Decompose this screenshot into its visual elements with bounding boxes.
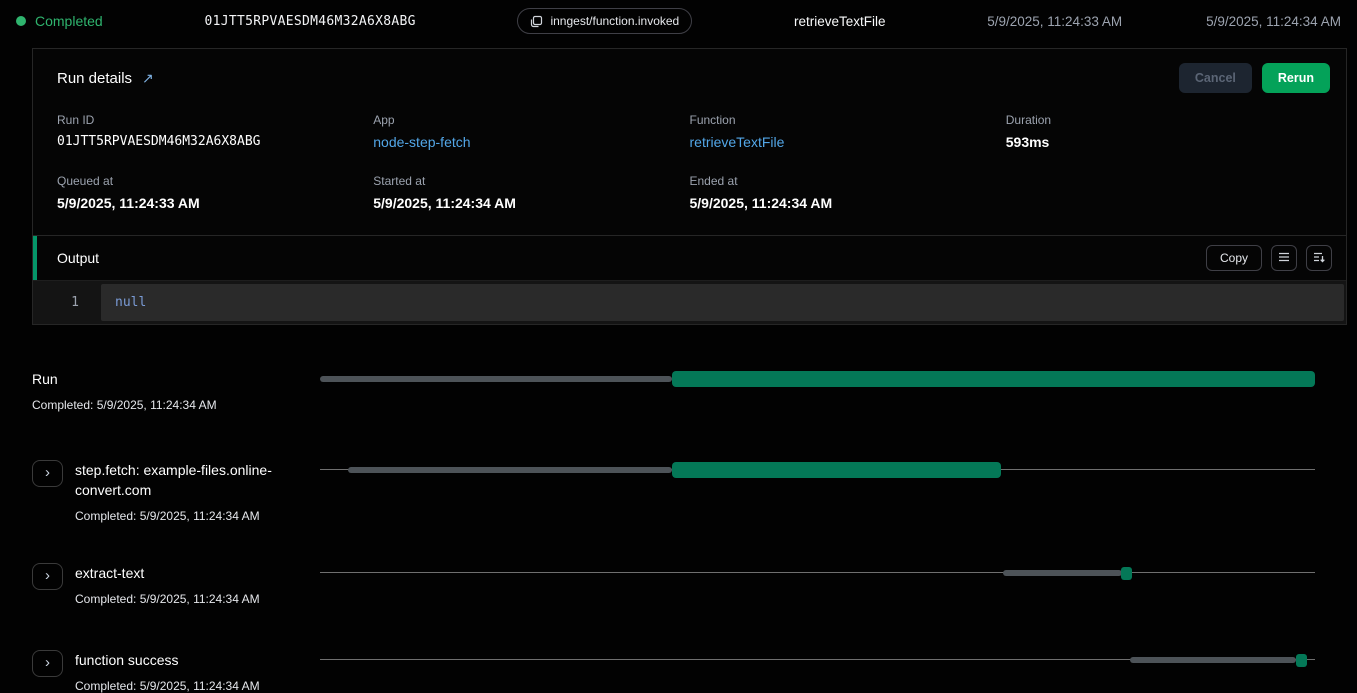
field-label: Function bbox=[690, 113, 1006, 127]
timeline-row-run: Run Completed: 5/9/2025, 11:24:34 AM bbox=[32, 369, 1315, 412]
run-top-bar: Completed 01JTT5RPVAESDM46M32A6X8ABG inn… bbox=[0, 0, 1357, 42]
step-completed-at: Completed: 5/9/2025, 11:24:34 AM bbox=[75, 592, 260, 606]
step-delay-bar bbox=[348, 467, 672, 473]
panel-title: Run details bbox=[57, 70, 132, 87]
field-label: Ended at bbox=[690, 174, 1006, 188]
field-started-at: Started at 5/9/2025, 11:24:34 AM bbox=[373, 174, 689, 211]
step-completed-at: Completed: 5/9/2025, 11:24:34 AM bbox=[75, 679, 260, 693]
field-duration: Duration 593ms bbox=[1006, 113, 1322, 150]
step-name: function success bbox=[75, 650, 260, 670]
timeline-row-extract-text: › extract-text Completed: 5/9/2025, 11:2… bbox=[32, 563, 1315, 606]
run-duration-bar[interactable] bbox=[672, 371, 1315, 387]
chevron-right-icon: › bbox=[45, 655, 50, 670]
timeline-run-name: Run bbox=[32, 369, 262, 389]
field-run-id: Run ID 01JTT5RPVAESDM46M32A6X8ABG bbox=[57, 113, 373, 150]
event-icon bbox=[530, 15, 543, 28]
run-details-panel: Run details ↗ Cancel Rerun Run ID 01JTT5… bbox=[32, 48, 1347, 325]
timeline-track bbox=[320, 371, 1315, 387]
step-name: step.fetch: example-files.online-convert… bbox=[75, 460, 300, 500]
field-label: Run ID bbox=[57, 113, 373, 127]
step-duration-marker[interactable] bbox=[1296, 654, 1307, 667]
field-label: Queued at bbox=[57, 174, 373, 188]
field-value: 593ms bbox=[1006, 134, 1322, 150]
step-completed-at: Completed: 5/9/2025, 11:24:34 AM bbox=[75, 509, 300, 523]
expand-step-button[interactable]: › bbox=[32, 563, 63, 590]
timeline-row-function-success: › function success Completed: 5/9/2025, … bbox=[32, 650, 1315, 693]
panel-header: Run details ↗ Cancel Rerun bbox=[33, 49, 1346, 103]
align-justify-button[interactable] bbox=[1271, 245, 1297, 271]
chevron-right-icon: › bbox=[45, 568, 50, 583]
step-duration-bar[interactable] bbox=[672, 462, 1000, 478]
copy-button[interactable]: Copy bbox=[1206, 245, 1262, 271]
run-metadata-grid: Run ID 01JTT5RPVAESDM46M32A6X8ABG App no… bbox=[33, 103, 1346, 235]
step-name: extract-text bbox=[75, 563, 260, 583]
timeline-track bbox=[320, 565, 1315, 581]
field-queued-at: Queued at 5/9/2025, 11:24:33 AM bbox=[57, 174, 373, 211]
output-accent-bar bbox=[33, 236, 37, 280]
app-link[interactable]: node-step-fetch bbox=[373, 134, 689, 150]
step-duration-marker[interactable] bbox=[1121, 567, 1132, 580]
function-name-text: retrieveTextFile bbox=[794, 14, 886, 29]
status-dot-icon bbox=[16, 16, 26, 26]
field-label: App bbox=[373, 113, 689, 127]
function-link[interactable]: retrieveTextFile bbox=[690, 134, 1006, 150]
run-status-badge: Completed bbox=[16, 13, 103, 29]
started-timestamp: 5/9/2025, 11:24:34 AM bbox=[1206, 14, 1341, 29]
external-link-icon[interactable]: ↗ bbox=[142, 71, 154, 85]
cancel-button[interactable]: Cancel bbox=[1179, 63, 1252, 93]
timeline-run-completed: Completed: 5/9/2025, 11:24:34 AM bbox=[32, 398, 300, 412]
field-label: Started at bbox=[373, 174, 689, 188]
field-label: Duration bbox=[1006, 113, 1322, 127]
expand-step-button[interactable]: › bbox=[32, 460, 63, 487]
run-id-text: 01JTT5RPVAESDM46M32A6X8ABG bbox=[204, 14, 415, 29]
step-delay-bar bbox=[1003, 570, 1122, 576]
field-value: 5/9/2025, 11:24:34 AM bbox=[690, 195, 1006, 211]
trigger-event-badge[interactable]: inngest/function.invoked bbox=[517, 8, 692, 34]
field-value: 5/9/2025, 11:24:34 AM bbox=[373, 195, 689, 211]
field-app: App node-step-fetch bbox=[373, 113, 689, 150]
line-number: 1 bbox=[33, 281, 99, 324]
sort-descending-icon bbox=[1312, 250, 1326, 267]
run-timeline: Run Completed: 5/9/2025, 11:24:34 AM › s… bbox=[0, 369, 1357, 693]
field-value: 5/9/2025, 11:24:33 AM bbox=[57, 195, 373, 211]
field-ended-at: Ended at 5/9/2025, 11:24:34 AM bbox=[690, 174, 1006, 211]
chevron-right-icon: › bbox=[45, 465, 50, 480]
queued-timestamp: 5/9/2025, 11:24:33 AM bbox=[987, 14, 1122, 29]
trigger-event-label: inngest/function.invoked bbox=[550, 14, 679, 28]
timeline-axis-line bbox=[320, 572, 1315, 573]
output-section-header: Output Copy bbox=[33, 235, 1346, 280]
output-title: Output bbox=[57, 250, 99, 266]
timeline-track bbox=[320, 652, 1315, 668]
timeline-row-step-fetch: › step.fetch: example-files.online-conve… bbox=[32, 460, 1315, 523]
queue-delay-bar bbox=[320, 376, 672, 382]
step-delay-bar bbox=[1130, 657, 1296, 663]
sort-descending-button[interactable] bbox=[1306, 245, 1332, 271]
output-code-block: 1 null bbox=[33, 280, 1346, 324]
topbar-timestamps: 5/9/2025, 11:24:33 AM 5/9/2025, 11:24:34… bbox=[987, 14, 1341, 29]
rerun-button[interactable]: Rerun bbox=[1262, 63, 1330, 93]
field-value: 01JTT5RPVAESDM46M32A6X8ABG bbox=[57, 134, 373, 149]
code-line[interactable]: null bbox=[101, 284, 1344, 321]
expand-step-button[interactable]: › bbox=[32, 650, 63, 677]
timeline-track bbox=[320, 462, 1315, 478]
field-function: Function retrieveTextFile bbox=[690, 113, 1006, 150]
status-label: Completed bbox=[35, 13, 103, 29]
align-justify-icon bbox=[1277, 250, 1291, 267]
